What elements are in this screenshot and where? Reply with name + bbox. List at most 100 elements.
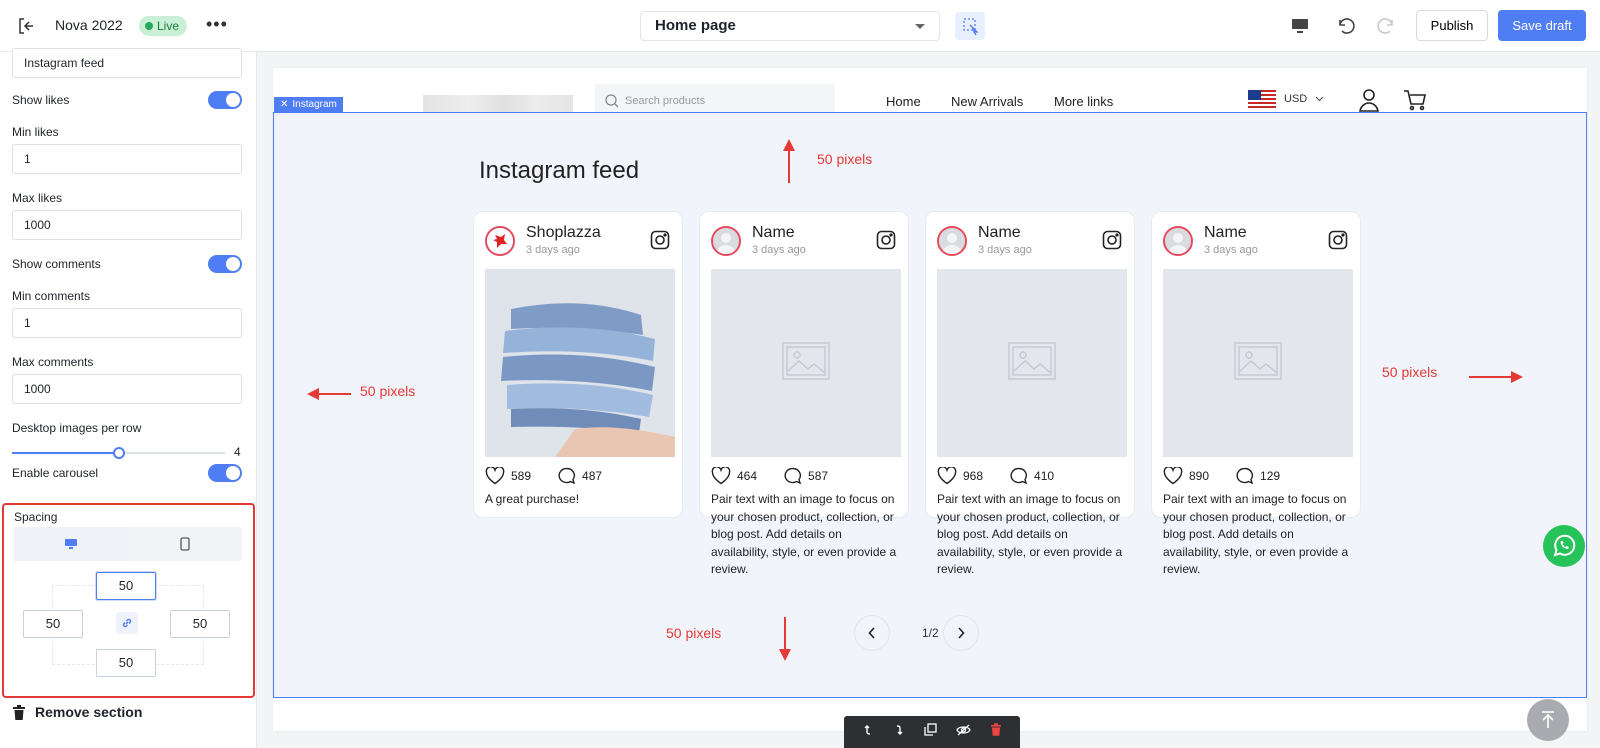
nav-new-arrivals[interactable]: New Arrivals: [951, 94, 1023, 109]
section-tag[interactable]: ✕ Instagram: [274, 97, 343, 113]
heading-input[interactable]: Instagram feed: [12, 48, 242, 78]
live-badge: Live: [139, 16, 188, 36]
settings-panel: Instagram feed Show likes Min likes 1 Ma…: [0, 48, 257, 748]
max-likes-label: Max likes: [12, 191, 63, 205]
slider-thumb[interactable]: [112, 447, 125, 459]
min-likes-input[interactable]: 1: [12, 144, 242, 174]
post-image[interactable]: [711, 269, 901, 457]
live-dot-icon: [145, 22, 153, 30]
desktop-preview-icon[interactable]: [1290, 16, 1310, 36]
redo-icon[interactable]: [1376, 15, 1398, 37]
exit-icon[interactable]: [16, 16, 36, 36]
arrow-up-annotation: [783, 139, 795, 183]
close-icon[interactable]: ✕: [280, 97, 288, 113]
desktop-tab[interactable]: [14, 527, 128, 561]
page-select[interactable]: Home page: [640, 11, 940, 41]
show-comments-toggle[interactable]: [208, 255, 242, 273]
likes-count: 589: [511, 469, 532, 483]
arrow-left-annotation: [307, 388, 351, 400]
move-up-icon[interactable]: [862, 723, 874, 741]
post-caption: Pair text with an image to focus on your…: [1163, 492, 1349, 576]
card-author: Name: [978, 224, 1021, 241]
spacing-settings: Spacing 50 50 50 50: [2, 503, 255, 698]
min-likes-label: Min likes: [12, 125, 59, 139]
post-stats: 464 587: [711, 467, 854, 485]
prev-page-button[interactable]: [854, 615, 890, 651]
remove-section-button[interactable]: Remove section: [12, 704, 142, 720]
section-title: Instagram feed: [479, 157, 640, 184]
device-switch: [14, 527, 242, 561]
instagram-card[interactable]: Name 3 days ago 890 129 Pair text with an im…: [1151, 211, 1361, 576]
show-likes-toggle[interactable]: [208, 91, 242, 109]
chevron-down-icon: [1315, 96, 1324, 102]
max-comments-label: Max comments: [12, 355, 94, 369]
desktop-icon: [65, 539, 77, 549]
card-author: Name: [752, 224, 795, 241]
spacing-right-input[interactable]: 50: [170, 610, 230, 638]
heart-icon: [1163, 467, 1183, 485]
spacing-bottom-input[interactable]: 50: [96, 649, 156, 677]
instagram-icon[interactable]: [650, 230, 670, 255]
comment-icon: [558, 467, 576, 485]
mobile-icon: [180, 537, 190, 551]
post-caption: A great purchase!: [485, 492, 580, 506]
nav-more-links[interactable]: More links: [1054, 94, 1113, 109]
delete-icon[interactable]: [990, 723, 1002, 741]
nav-home[interactable]: Home: [886, 94, 921, 109]
min-comments-input[interactable]: 1: [12, 308, 242, 338]
post-image[interactable]: [937, 269, 1127, 457]
more-options-button[interactable]: •••: [206, 14, 228, 35]
mobile-tab[interactable]: [128, 527, 242, 561]
next-page-button[interactable]: [943, 615, 979, 651]
instagram-icon[interactable]: [1328, 230, 1348, 255]
instagram-icon[interactable]: [876, 230, 896, 255]
spacing-left-input[interactable]: 50: [23, 610, 83, 638]
carousel-toggle[interactable]: [208, 464, 242, 482]
images-per-row-label: Desktop images per row: [12, 421, 142, 435]
trash-icon: [13, 704, 25, 720]
avatar: [485, 226, 515, 256]
card-time: 3 days ago: [1204, 244, 1258, 256]
instagram-card[interactable]: Name 3 days ago 968 410 Pair text with an im…: [925, 211, 1135, 576]
card-author: Shoplazza: [526, 224, 601, 241]
heart-icon: [711, 467, 731, 485]
link-icon[interactable]: [116, 612, 138, 634]
scroll-to-top-button[interactable]: [1527, 699, 1569, 741]
comments-count: 410: [1034, 469, 1055, 483]
duplicate-icon[interactable]: [924, 723, 937, 741]
move-down-icon[interactable]: [893, 723, 905, 741]
max-comments-input[interactable]: 1000: [12, 374, 242, 404]
annotation-top: 50 pixels: [817, 151, 873, 167]
min-comments-label: Min comments: [12, 289, 91, 303]
spacing-top-input[interactable]: 50: [96, 572, 156, 600]
post-image[interactable]: [485, 269, 675, 457]
comment-icon: [1010, 467, 1028, 485]
post-stats: 589 487: [485, 467, 628, 485]
currency-select[interactable]: USD: [1248, 90, 1324, 108]
pagination-label: 1/2: [922, 626, 939, 640]
save-draft-button[interactable]: Save draft: [1498, 10, 1586, 41]
max-likes-input[interactable]: 1000: [12, 210, 242, 240]
select-element-button[interactable]: [955, 12, 985, 40]
publish-button[interactable]: Publish: [1416, 10, 1488, 41]
comment-icon: [784, 467, 802, 485]
post-image[interactable]: [1163, 269, 1353, 457]
instagram-card[interactable]: Name 3 days ago 464 587 Pair text with an im…: [699, 211, 909, 576]
instagram-icon[interactable]: [1102, 230, 1122, 255]
images-per-row-slider[interactable]: [12, 447, 225, 459]
annotation-left: 50 pixels: [360, 383, 416, 399]
avatar: [937, 226, 967, 256]
instagram-card[interactable]: Shoplazza 3 days ago 589 487 A great purchas…: [473, 211, 683, 518]
hide-icon[interactable]: [956, 723, 971, 741]
chevron-right-icon: [958, 627, 965, 639]
chevron-left-icon: [868, 627, 875, 639]
images-per-row-value: 4: [234, 445, 241, 459]
search-icon: [605, 94, 619, 108]
comments-count: 487: [582, 469, 603, 483]
whatsapp-icon[interactable]: [1543, 525, 1585, 567]
post-caption: Pair text with an image to focus on your…: [937, 492, 1123, 576]
arrow-down-annotation: [779, 617, 791, 661]
undo-icon[interactable]: [1334, 15, 1356, 37]
comments-count: 129: [1260, 469, 1281, 483]
instagram-section[interactable]: ✕ Instagram Instagram feed Shoplazza 3 da…: [273, 97, 1587, 741]
